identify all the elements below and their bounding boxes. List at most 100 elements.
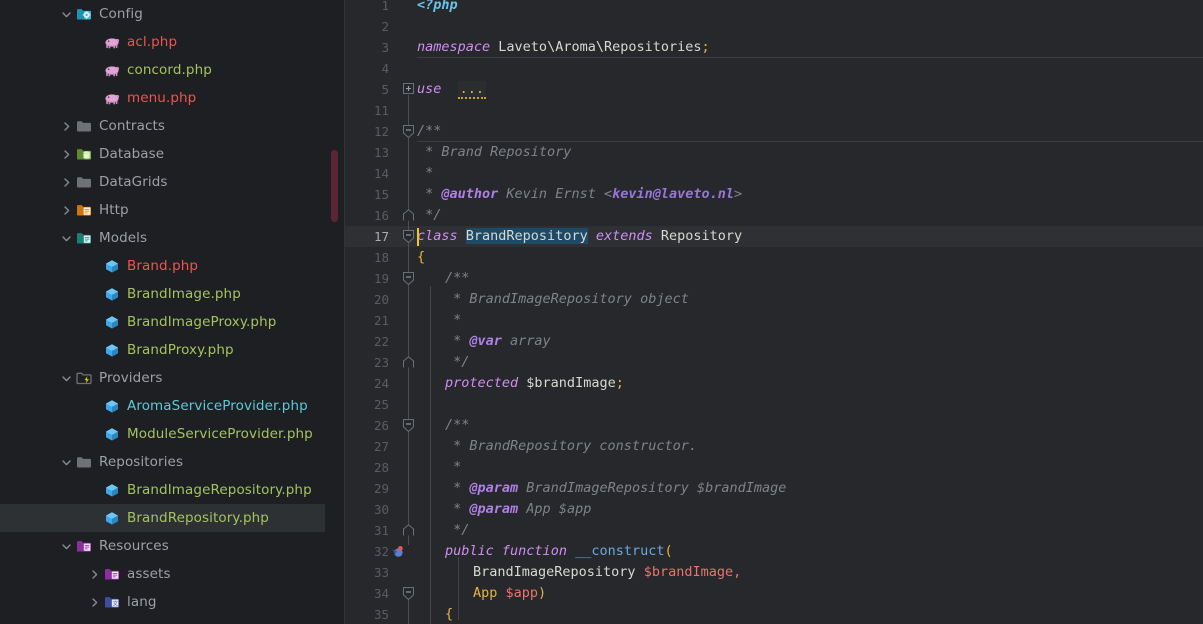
tree-file-brandproxy-php[interactable]: BrandProxy.php (0, 336, 325, 364)
code-line-text[interactable]: */ (417, 520, 1203, 541)
code-line[interactable]: 23 */ (345, 352, 1203, 373)
code-line-text[interactable]: * (417, 457, 1203, 478)
chevron-right-icon[interactable] (60, 148, 73, 161)
code-line[interactable]: 17 class BrandRepository extends Reposito… (345, 226, 1203, 247)
code-line[interactable]: 35 { (345, 604, 1203, 624)
code-line-text[interactable]: BrandImageRepository $brandImage, (417, 562, 1203, 583)
code-line[interactable]: 30 * @param App $app (345, 499, 1203, 520)
tree-folder-datagrids[interactable]: DataGrids (0, 168, 325, 196)
code-line[interactable]: 19 /** (345, 268, 1203, 289)
sidebar-scrollbar-thumb[interactable] (331, 150, 338, 222)
fold-toggle-minus-icon[interactable] (401, 121, 416, 142)
code-line[interactable]: 11 (345, 100, 1203, 121)
code-line[interactable]: 32 public function __construct( (345, 541, 1203, 562)
code-line-text[interactable]: /** (417, 415, 1203, 436)
code-line[interactable]: 4 (345, 58, 1203, 79)
code-line[interactable]: 13 * Brand Repository (345, 142, 1203, 163)
code-line-text[interactable]: * @var array (417, 331, 1203, 352)
tree-file-moduleserviceprovider-php[interactable]: ModuleServiceProvider.php (0, 420, 325, 448)
code-line[interactable]: 28 * (345, 457, 1203, 478)
code-line-text[interactable]: * (417, 310, 1203, 331)
chevron-right-icon[interactable] (60, 204, 73, 217)
code-line[interactable]: 21 * (345, 310, 1203, 331)
code-line[interactable]: 16 */ (345, 205, 1203, 226)
code-line-text[interactable]: */ (417, 205, 1203, 226)
code-line-text[interactable]: * @param App $app (417, 499, 1203, 520)
tree-file-brandimagerepository-php[interactable]: BrandImageRepository.php (0, 476, 325, 504)
code-line[interactable]: 33 BrandImageRepository $brandImage, (345, 562, 1203, 583)
code-line[interactable]: 34 App $app) (345, 583, 1203, 604)
code-line[interactable]: 12 /** (345, 121, 1203, 142)
fold-toggle-minus-icon[interactable] (401, 226, 416, 247)
tree-file-brandrepository-php[interactable]: BrandRepository.php (0, 504, 325, 532)
code-line[interactable]: 5 use ... (345, 79, 1203, 100)
fold-toggle-minus-icon[interactable] (401, 583, 416, 604)
code-line[interactable]: 1 <?php (345, 0, 1203, 16)
tree-folder-contracts[interactable]: Contracts (0, 112, 325, 140)
code-line[interactable]: 20 * BrandImageRepository object (345, 289, 1203, 310)
code-line[interactable]: 15 * @author Kevin Ernst <kevin@laveto.n… (345, 184, 1203, 205)
code-line[interactable]: 18 { (345, 247, 1203, 268)
fold-toggle-end-icon[interactable] (401, 520, 416, 541)
chevron-down-icon[interactable] (60, 372, 73, 385)
code-line[interactable]: 25 (345, 394, 1203, 415)
override-method-icon[interactable] (391, 541, 405, 562)
fold-toggle-end-icon[interactable] (401, 352, 416, 373)
tree-file-acl-php[interactable]: acl.php (0, 28, 325, 56)
fold-toggle-minus-icon[interactable] (401, 268, 416, 289)
tree-folder-config[interactable]: Config (0, 0, 325, 28)
code-editor[interactable]: 1 <?php 2 3 namespace Laveto\Aroma\Repositor… (345, 0, 1203, 624)
tree-folder-models[interactable]: Models (0, 224, 325, 252)
code-line[interactable]: 27 * BrandRepository constructor. (345, 436, 1203, 457)
code-line-text[interactable]: { (417, 604, 1203, 624)
tree-file-aromaserviceprovider-php[interactable]: AromaServiceProvider.php (0, 392, 325, 420)
project-tree-panel[interactable]: Config acl.php concord.php menu.php Contract… (0, 0, 345, 624)
tree-file-concord-php[interactable]: concord.php (0, 56, 325, 84)
code-line-text[interactable]: * BrandRepository constructor. (417, 436, 1203, 457)
code-line-text[interactable]: /** (417, 268, 1203, 289)
tree-folder-assets[interactable]: assets (0, 560, 325, 588)
chevron-down-icon[interactable] (60, 456, 73, 469)
code-line-text[interactable]: { (417, 247, 1203, 268)
tree-folder-providers[interactable]: Providers (0, 364, 325, 392)
chevron-down-icon[interactable] (60, 232, 73, 245)
fold-toggle-end-icon[interactable] (401, 205, 416, 226)
code-line[interactable]: 26 /** (345, 415, 1203, 436)
code-line[interactable]: 24 protected $brandImage; (345, 373, 1203, 394)
code-text-area[interactable]: 1 <?php 2 3 namespace Laveto\Aroma\Repositor… (345, 0, 1203, 624)
chevron-right-icon[interactable] (88, 596, 101, 609)
code-line-text[interactable]: protected $brandImage; (417, 373, 1203, 394)
chevron-right-icon[interactable] (88, 568, 101, 581)
code-line-text[interactable]: <?php (417, 0, 1203, 16)
chevron-down-icon[interactable] (60, 8, 73, 21)
tree-file-brandimageproxy-php[interactable]: BrandImageProxy.php (0, 308, 325, 336)
code-line-text[interactable]: * BrandImageRepository object (417, 289, 1203, 310)
code-line-text[interactable]: use ... (417, 79, 1203, 100)
tree-folder-repositories[interactable]: Repositories (0, 448, 325, 476)
code-line-text[interactable]: * Brand Repository (417, 142, 1203, 163)
code-line-text[interactable]: public function __construct( (417, 541, 1203, 562)
tree-file-brandimage-php[interactable]: BrandImage.php (0, 280, 325, 308)
tree-folder-database[interactable]: Database (0, 140, 325, 168)
tree-file-brand-php[interactable]: Brand.php (0, 252, 325, 280)
tree-folder-http[interactable]: Http (0, 196, 325, 224)
chevron-right-icon[interactable] (60, 176, 73, 189)
code-line-text[interactable]: App $app) (417, 583, 1203, 604)
code-line[interactable]: 22 * @var array (345, 331, 1203, 352)
chevron-right-icon[interactable] (60, 120, 73, 133)
code-line-text[interactable]: */ (417, 352, 1203, 373)
code-line-text[interactable]: class BrandRepository extends Repository (417, 226, 1203, 247)
fold-toggle-minus-icon[interactable] (401, 415, 416, 436)
tree-file-menu-php[interactable]: menu.php (0, 84, 325, 112)
code-line-text[interactable]: * @author Kevin Ernst <kevin@laveto.nl> (417, 184, 1203, 205)
code-line[interactable]: 29 * @param BrandImageRepository $brandI… (345, 478, 1203, 499)
tree-folder-lang[interactable]: 文 lang (0, 588, 325, 616)
code-line-text[interactable]: namespace Laveto\Aroma\Repositories; (417, 37, 1203, 58)
code-line[interactable]: 31 */ (345, 520, 1203, 541)
code-line[interactable]: 3 namespace Laveto\Aroma\Repositories; (345, 37, 1203, 58)
code-line[interactable]: 14 * (345, 163, 1203, 184)
code-line-text[interactable]: * (417, 163, 1203, 184)
fold-toggle-plus-icon[interactable] (401, 79, 416, 100)
chevron-down-icon[interactable] (60, 540, 73, 553)
tree-folder-resources[interactable]: Resources (0, 532, 325, 560)
